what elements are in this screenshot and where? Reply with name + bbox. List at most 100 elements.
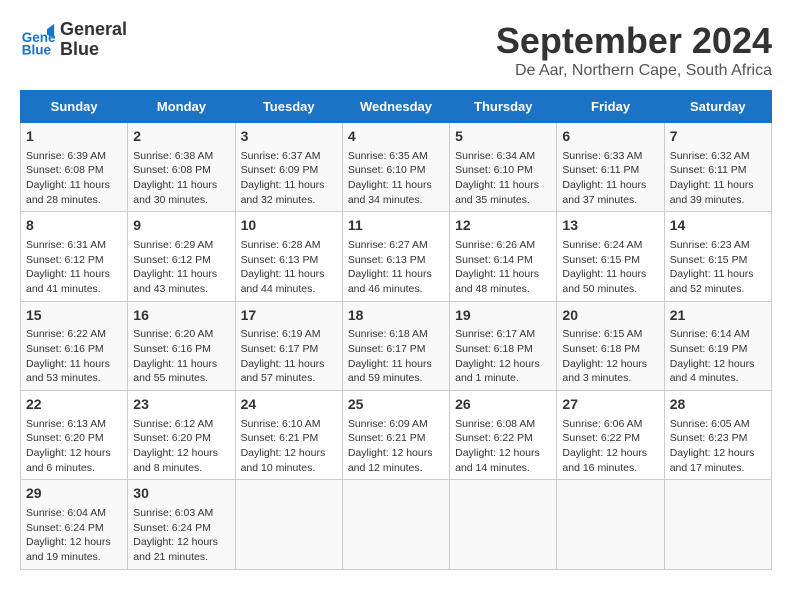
- day-info-line: Sunrise: 6:33 AM: [562, 149, 658, 164]
- day-info-line: Daylight: 11 hours: [241, 267, 337, 282]
- day-number: 24: [241, 395, 337, 415]
- day-info-line: and 48 minutes.: [455, 282, 551, 297]
- day-info-line: and 10 minutes.: [241, 461, 337, 476]
- calendar-cell: 21Sunrise: 6:14 AMSunset: 6:19 PMDayligh…: [664, 301, 771, 390]
- day-number: 8: [26, 216, 122, 236]
- day-info-line: Sunset: 6:24 PM: [133, 521, 229, 536]
- day-number: 7: [670, 127, 766, 147]
- day-info-line: Sunrise: 6:34 AM: [455, 149, 551, 164]
- day-info-line: and 32 minutes.: [241, 193, 337, 208]
- day-info-line: Daylight: 11 hours: [455, 267, 551, 282]
- calendar-cell: 4Sunrise: 6:35 AMSunset: 6:10 PMDaylight…: [342, 123, 449, 212]
- day-info-line: Sunrise: 6:29 AM: [133, 238, 229, 253]
- day-info-line: Daylight: 12 hours: [241, 446, 337, 461]
- title-area: September 2024 De Aar, Northern Cape, So…: [496, 20, 772, 80]
- calendar-cell: 28Sunrise: 6:05 AMSunset: 6:23 PMDayligh…: [664, 391, 771, 480]
- day-info-line: Daylight: 11 hours: [133, 357, 229, 372]
- day-info-line: Daylight: 11 hours: [670, 267, 766, 282]
- day-number: 18: [348, 306, 444, 326]
- day-info-line: and 1 minute.: [455, 371, 551, 386]
- calendar-cell: 16Sunrise: 6:20 AMSunset: 6:16 PMDayligh…: [128, 301, 235, 390]
- day-info-line: and 28 minutes.: [26, 193, 122, 208]
- calendar-cell: 11Sunrise: 6:27 AMSunset: 6:13 PMDayligh…: [342, 212, 449, 301]
- day-info-line: Sunset: 6:09 PM: [241, 163, 337, 178]
- calendar-cell: 13Sunrise: 6:24 AMSunset: 6:15 PMDayligh…: [557, 212, 664, 301]
- day-info-line: Sunrise: 6:04 AM: [26, 506, 122, 521]
- calendar-cell: 23Sunrise: 6:12 AMSunset: 6:20 PMDayligh…: [128, 391, 235, 480]
- day-info-line: Daylight: 12 hours: [562, 357, 658, 372]
- day-info-line: and 12 minutes.: [348, 461, 444, 476]
- day-info-line: and 57 minutes.: [241, 371, 337, 386]
- calendar-cell: 18Sunrise: 6:18 AMSunset: 6:17 PMDayligh…: [342, 301, 449, 390]
- calendar-cell: 15Sunrise: 6:22 AMSunset: 6:16 PMDayligh…: [21, 301, 128, 390]
- day-info-line: Daylight: 11 hours: [26, 357, 122, 372]
- day-info-line: Sunrise: 6:32 AM: [670, 149, 766, 164]
- day-number: 22: [26, 395, 122, 415]
- day-info-line: and 30 minutes.: [133, 193, 229, 208]
- day-number: 30: [133, 484, 229, 504]
- day-info-line: Sunset: 6:10 PM: [455, 163, 551, 178]
- day-info-line: Sunset: 6:20 PM: [133, 431, 229, 446]
- day-number: 4: [348, 127, 444, 147]
- day-number: 13: [562, 216, 658, 236]
- day-info-line: Sunset: 6:15 PM: [670, 253, 766, 268]
- calendar-cell: [235, 480, 342, 569]
- day-info-line: and 55 minutes.: [133, 371, 229, 386]
- logo: General Blue General Blue: [20, 20, 127, 60]
- calendar-header: SundayMondayTuesdayWednesdayThursdayFrid…: [21, 91, 772, 123]
- day-info-line: Daylight: 12 hours: [670, 446, 766, 461]
- week-row-2: 8Sunrise: 6:31 AMSunset: 6:12 PMDaylight…: [21, 212, 772, 301]
- day-info-line: Daylight: 11 hours: [348, 357, 444, 372]
- calendar-cell: 12Sunrise: 6:26 AMSunset: 6:14 PMDayligh…: [450, 212, 557, 301]
- day-info-line: Daylight: 11 hours: [455, 178, 551, 193]
- day-info-line: Daylight: 11 hours: [26, 267, 122, 282]
- day-info-line: Daylight: 11 hours: [562, 267, 658, 282]
- day-info-line: Daylight: 12 hours: [670, 357, 766, 372]
- day-number: 12: [455, 216, 551, 236]
- day-info-line: Sunset: 6:12 PM: [26, 253, 122, 268]
- calendar-cell: 30Sunrise: 6:03 AMSunset: 6:24 PMDayligh…: [128, 480, 235, 569]
- day-info-line: and 50 minutes.: [562, 282, 658, 297]
- svg-text:Blue: Blue: [22, 42, 52, 57]
- calendar-cell: 22Sunrise: 6:13 AMSunset: 6:20 PMDayligh…: [21, 391, 128, 480]
- day-info-line: Daylight: 11 hours: [241, 357, 337, 372]
- day-info-line: Sunset: 6:22 PM: [562, 431, 658, 446]
- calendar-cell: [342, 480, 449, 569]
- calendar-cell: 27Sunrise: 6:06 AMSunset: 6:22 PMDayligh…: [557, 391, 664, 480]
- day-info-line: Daylight: 12 hours: [26, 446, 122, 461]
- calendar-cell: 2Sunrise: 6:38 AMSunset: 6:08 PMDaylight…: [128, 123, 235, 212]
- day-number: 9: [133, 216, 229, 236]
- day-number: 15: [26, 306, 122, 326]
- calendar-cell: 19Sunrise: 6:17 AMSunset: 6:18 PMDayligh…: [450, 301, 557, 390]
- day-info-line: and 53 minutes.: [26, 371, 122, 386]
- day-number: 25: [348, 395, 444, 415]
- day-info-line: Sunset: 6:22 PM: [455, 431, 551, 446]
- day-info-line: Sunrise: 6:23 AM: [670, 238, 766, 253]
- day-info-line: Sunrise: 6:39 AM: [26, 149, 122, 164]
- day-info-line: Sunrise: 6:05 AM: [670, 417, 766, 432]
- day-info-line: Daylight: 11 hours: [241, 178, 337, 193]
- day-info-line: Daylight: 12 hours: [455, 357, 551, 372]
- day-info-line: Sunrise: 6:28 AM: [241, 238, 337, 253]
- logo-text: General Blue: [60, 20, 127, 60]
- day-number: 10: [241, 216, 337, 236]
- header-wednesday: Wednesday: [342, 91, 449, 123]
- day-info-line: Sunset: 6:13 PM: [348, 253, 444, 268]
- week-row-1: 1Sunrise: 6:39 AMSunset: 6:08 PMDaylight…: [21, 123, 772, 212]
- day-info-line: Sunset: 6:20 PM: [26, 431, 122, 446]
- month-title: September 2024: [496, 20, 772, 62]
- day-info-line: Sunset: 6:19 PM: [670, 342, 766, 357]
- day-info-line: Sunset: 6:16 PM: [133, 342, 229, 357]
- day-info-line: Sunrise: 6:03 AM: [133, 506, 229, 521]
- header-friday: Friday: [557, 91, 664, 123]
- day-info-line: Sunset: 6:18 PM: [562, 342, 658, 357]
- day-info-line: and 4 minutes.: [670, 371, 766, 386]
- day-info-line: Daylight: 12 hours: [562, 446, 658, 461]
- day-number: 23: [133, 395, 229, 415]
- day-number: 5: [455, 127, 551, 147]
- day-info-line: and 43 minutes.: [133, 282, 229, 297]
- day-info-line: Sunrise: 6:19 AM: [241, 327, 337, 342]
- day-info-line: Sunrise: 6:27 AM: [348, 238, 444, 253]
- location-title: De Aar, Northern Cape, South Africa: [496, 62, 772, 80]
- day-info-line: Sunrise: 6:22 AM: [26, 327, 122, 342]
